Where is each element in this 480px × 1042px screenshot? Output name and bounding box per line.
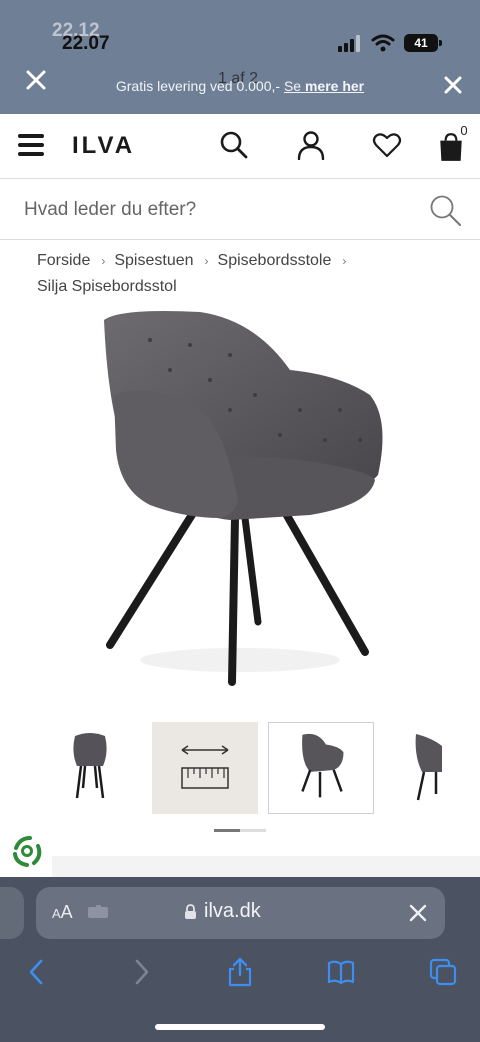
search-input[interactable]: [24, 191, 404, 229]
thumbnail-dimensions[interactable]: [152, 722, 258, 814]
search-icon[interactable]: [219, 130, 249, 160]
thumbnail-angle[interactable]: [268, 722, 374, 814]
product-image[interactable]: [90, 300, 400, 700]
home-indicator: [155, 1024, 325, 1030]
thumbnail-front[interactable]: [37, 722, 143, 814]
promo-link-prefix: Se: [283, 78, 305, 94]
recycle-badge-icon[interactable]: [8, 832, 46, 870]
forward-icon[interactable]: [126, 957, 156, 987]
promo-bar: 22.12 22.07 41 1 af 2 Gratis levering ve…: [0, 0, 480, 114]
search-bar: [0, 178, 480, 240]
share-icon[interactable]: [225, 957, 255, 987]
close-icon[interactable]: [440, 72, 466, 98]
lock-icon: [185, 903, 196, 919]
section-divider: [52, 856, 480, 878]
previous-tab[interactable]: [0, 887, 24, 939]
reader-settings-button[interactable]: AA: [52, 902, 73, 923]
breadcrumb-item[interactable]: Spisestuen: [114, 252, 193, 269]
promo-link-bold: mere her: [304, 78, 365, 94]
close-icon[interactable]: [22, 66, 50, 94]
search-icon[interactable]: [428, 193, 462, 227]
cart-count-badge: 0: [460, 123, 468, 138]
account-icon[interactable]: [296, 130, 326, 160]
breadcrumb-item[interactable]: Forside: [37, 252, 90, 269]
browser-toolbar: AA ilva.dk: [0, 877, 480, 1042]
close-icon[interactable]: [406, 901, 430, 925]
book-icon[interactable]: [326, 957, 356, 987]
status-time: 22.07: [62, 33, 110, 54]
site-logo[interactable]: ILVA: [72, 132, 135, 160]
measure-icon: [181, 745, 229, 789]
breadcrumb-separator: ›: [101, 254, 106, 268]
status-icons: 41: [338, 30, 442, 56]
heart-icon[interactable]: [372, 130, 402, 160]
aa-small: A: [52, 906, 61, 921]
promo-link[interactable]: Se mere her: [284, 78, 364, 94]
promo-message: Gratis levering ved 0.000,- Se mere her: [60, 78, 420, 94]
back-icon[interactable]: [22, 957, 52, 987]
gallery-progress: [214, 829, 266, 832]
breadcrumb: Forside › Spisestuen › Spisebordsstole › Silj…: [37, 248, 437, 300]
breadcrumb-current: Silja Spisebordsstol: [37, 278, 177, 295]
app-root: 22.12 22.07 41 1 af 2 Gratis levering ve…: [0, 0, 480, 1042]
battery-icon: 41: [404, 34, 442, 52]
thumbnail-side[interactable]: [374, 722, 454, 814]
menu-icon[interactable]: [18, 134, 44, 156]
promo-text: Gratis levering ved 0.000,-: [115, 78, 284, 94]
breadcrumb-item[interactable]: Spisebordsstole: [218, 252, 332, 269]
thumbnail-gallery: [0, 720, 480, 820]
wifi-icon: [371, 34, 395, 52]
url-display[interactable]: ilva.dk: [184, 900, 261, 923]
tabs-icon[interactable]: [428, 957, 458, 987]
url-text: ilva.dk: [204, 900, 261, 922]
extension-icon[interactable]: [88, 905, 108, 920]
breadcrumb-separator: ›: [342, 254, 347, 268]
address-bar[interactable]: AA ilva.dk: [36, 887, 445, 939]
site-header: ILVA 0: [0, 114, 480, 178]
breadcrumb-separator: ›: [204, 254, 209, 268]
aa-big: A: [60, 902, 73, 922]
signal-icon: [338, 35, 360, 52]
battery-level: 41: [414, 36, 428, 50]
